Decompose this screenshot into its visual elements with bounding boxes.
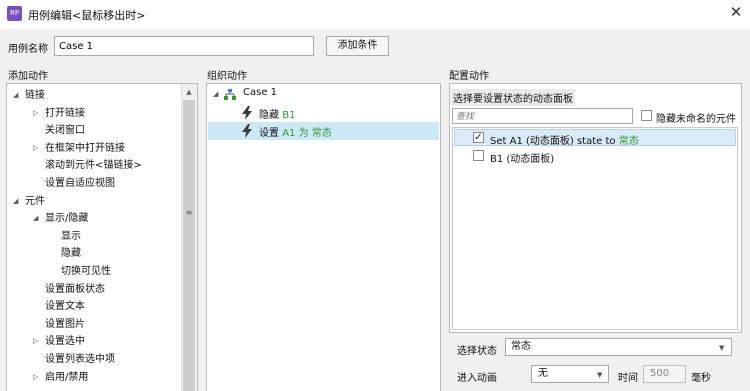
- action-text: 隐藏 B1: [259, 106, 295, 121]
- scroll-up-icon[interactable]: ▲: [181, 86, 197, 98]
- state-select-value: 常态: [511, 341, 531, 352]
- milliseconds-label: 毫秒: [691, 373, 711, 384]
- tree-item[interactable]: ▷ 启用/禁用: [7, 369, 181, 386]
- tree-item[interactable]: 设置自适应视图: [7, 175, 181, 192]
- lightning-icon: [242, 124, 252, 138]
- tree-item-label: 显示/隐藏: [45, 213, 89, 225]
- animation-select[interactable]: 无 ▼: [531, 365, 609, 383]
- hide-unnamed-label: 隐藏未命名的元件: [656, 114, 736, 125]
- tree-item[interactable]: 设置图片: [7, 316, 181, 333]
- panel-list-item-a1[interactable]: ✓ Set A1 (动态面板) state to 常态: [454, 129, 736, 147]
- tree-item-label: 隐藏: [61, 248, 81, 260]
- panel-item-text: B1 (动态面板): [490, 154, 555, 165]
- chevron-down-icon: ▼: [719, 344, 725, 352]
- collapse-icon[interactable]: ◢: [33, 210, 38, 227]
- action-state: 常态: [311, 128, 332, 139]
- add-condition-button[interactable]: 添加条件: [326, 36, 389, 56]
- panel-item-text: Set A1 (动态面板) state to: [490, 136, 616, 147]
- case-tree-icon: [224, 89, 236, 100]
- tree-item-label: 元件: [25, 195, 45, 207]
- action-text: 设置 A1 为 常态: [259, 124, 332, 139]
- grip-icon: ≡: [185, 208, 193, 217]
- search-input[interactable]: [452, 108, 633, 124]
- action-verb: 隐藏: [259, 110, 279, 121]
- panel-item-state: 常态: [618, 136, 639, 147]
- case-name-label: 用例名称: [8, 44, 48, 55]
- collapse-icon[interactable]: ◢: [213, 90, 218, 98]
- panel-item-label: Set A1 (动态面板) state to 常态: [490, 132, 639, 147]
- tree-item[interactable]: 滚动到元件<锚链接>: [7, 157, 181, 174]
- tree-item[interactable]: 设置列表选中项: [7, 351, 181, 368]
- tree-item[interactable]: ◢ 链接: [7, 87, 181, 104]
- tree-item[interactable]: 设置文本: [7, 298, 181, 315]
- tree-item-label: 关闭窗口: [45, 125, 85, 137]
- tree-item-label: 打开链接: [45, 107, 85, 119]
- tree-item[interactable]: 隐藏: [7, 245, 181, 262]
- tree-item-label: 设置图片: [45, 318, 85, 330]
- enter-animation-label: 进入动画: [457, 373, 497, 384]
- select-state-label: 选择状态: [457, 346, 497, 357]
- tree-item[interactable]: ◢ 元件: [7, 193, 181, 210]
- window-title: 用例编辑<鼠标移出时>: [28, 9, 146, 22]
- app-icon: RP: [7, 6, 22, 21]
- time-label: 时间: [618, 373, 638, 384]
- tree-item-label: 切换可见性: [61, 266, 111, 277]
- configure-actions-title: 配置动作: [449, 71, 489, 82]
- tree-item-label: 显示: [61, 230, 81, 242]
- tree-item[interactable]: 设置面板状态: [7, 281, 181, 298]
- action-target: A1: [282, 128, 296, 139]
- tree-item-label: 链接: [25, 90, 45, 101]
- tree-item-label: 设置自适应视图: [45, 178, 115, 189]
- tree-item-label: 设置选中: [45, 336, 85, 348]
- chevron-down-icon: ▼: [597, 371, 603, 379]
- expand-icon[interactable]: ▷: [33, 333, 38, 350]
- action-target: B1: [282, 110, 296, 121]
- add-actions-tree: ◢ 链接 ▷ 打开链接关闭窗口 ▷ 在框架中打开链接滚动到元件<锚链接> 设置自适应视图 ◢ 元…: [6, 83, 198, 391]
- lightning-icon: [242, 106, 252, 120]
- action-row[interactable]: 隐藏 B1: [208, 104, 439, 122]
- case-name-input[interactable]: [54, 36, 314, 56]
- panel-checkbox[interactable]: [473, 150, 484, 161]
- action-connector: 为: [298, 128, 309, 139]
- action-row-selected[interactable]: 设置 A1 为 常态: [208, 122, 439, 140]
- tree-item[interactable]: ▷ 设置选中: [7, 333, 181, 350]
- state-select[interactable]: 常态 ▼: [505, 338, 732, 356]
- tree-item-label: 设置面板状态: [45, 283, 105, 295]
- expand-icon[interactable]: ▷: [33, 105, 38, 122]
- tree-item[interactable]: 切换可见性: [7, 263, 181, 280]
- tree-item-label: 设置列表选中项: [45, 354, 115, 365]
- select-panel-title: 选择要设置状态的动态面板: [451, 89, 575, 106]
- hide-unnamed-checkbox[interactable]: [641, 110, 652, 121]
- action-verb: 设置: [259, 128, 279, 139]
- organize-actions-title: 组织动作: [207, 71, 247, 82]
- scrollbar-thumb[interactable]: [183, 100, 195, 391]
- tree-item-label: 启用/禁用: [45, 371, 89, 383]
- add-actions-title: 添加动作: [8, 71, 48, 82]
- case-label: Case 1: [243, 87, 278, 98]
- tree-item[interactable]: ▷ 打开链接: [7, 105, 181, 122]
- tree-item-label: 滚动到元件<锚链接>: [45, 160, 142, 172]
- expand-icon[interactable]: ▷: [33, 140, 38, 157]
- expand-icon[interactable]: ▷: [33, 369, 38, 386]
- tree-item-label: 设置文本: [45, 301, 85, 313]
- duration-input[interactable]: 500: [643, 365, 686, 383]
- panel-list-item-b1[interactable]: B1 (动态面板): [454, 147, 736, 165]
- tree-item[interactable]: 关闭窗口: [7, 122, 181, 139]
- collapse-icon[interactable]: ◢: [13, 193, 18, 210]
- animation-select-value: 无: [538, 368, 548, 379]
- collapse-icon[interactable]: ◢: [13, 87, 18, 104]
- tree-item[interactable]: 显示: [7, 228, 181, 245]
- tree-item-label: 在框架中打开链接: [45, 142, 125, 154]
- tree-item[interactable]: ▷ 在框架中打开链接: [7, 140, 181, 157]
- panel-checkbox-checked[interactable]: ✓: [473, 132, 484, 143]
- close-icon[interactable]: ✕: [728, 4, 744, 20]
- tree-item[interactable]: ◢ 显示/隐藏: [7, 210, 181, 227]
